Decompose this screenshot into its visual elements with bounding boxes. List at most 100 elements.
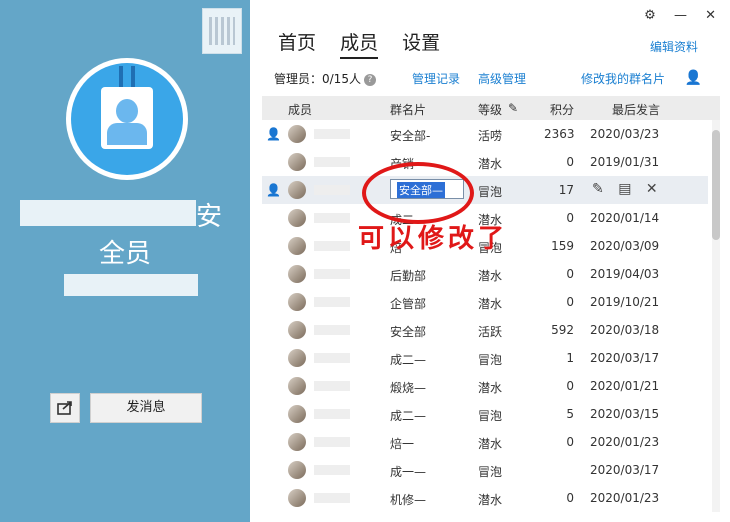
table-row[interactable]: 👤 安全部- 活唠 2363 2020/03/23 (262, 120, 708, 148)
member-name-redacted (314, 129, 350, 139)
member-card: 机修— (390, 493, 427, 507)
col-last-msg[interactable]: 最后发言 (612, 101, 660, 118)
annotation-ellipse (362, 162, 474, 224)
send-message-button[interactable]: 发消息 (90, 393, 202, 423)
card-icon[interactable]: ▤ (618, 181, 631, 197)
avatar (288, 209, 306, 227)
table-row-selected[interactable]: 👤 安全部— 冒泡 17 ✎ ▤ ✕ (262, 176, 708, 204)
avatar (288, 181, 306, 199)
col-member[interactable]: 成员 (288, 101, 312, 118)
self-icon: 👤 (266, 183, 281, 197)
table-row[interactable]: 产销 潜水 0 2019/01/31 (262, 148, 708, 176)
remove-icon[interactable]: ✕ (646, 181, 658, 197)
member-name-redacted (314, 325, 350, 335)
avatar (288, 377, 306, 395)
member-points: 0 (566, 295, 574, 309)
member-level: 潜水 (478, 437, 503, 451)
member-last-msg: 2020/03/17 (590, 351, 660, 365)
avatar (288, 125, 306, 143)
table-row[interactable]: 企管部 潜水 0 2019/10/21 (262, 288, 708, 316)
col-level[interactable]: 等级 (478, 101, 502, 118)
edit-level-icon[interactable]: ✎ (508, 101, 518, 115)
member-name-redacted (314, 297, 350, 307)
member-name-redacted (314, 241, 350, 251)
edit-icon[interactable]: ✎ (592, 181, 604, 197)
edit-my-card-link[interactable]: 修改我的群名片 (581, 70, 665, 87)
col-card[interactable]: 群名片 (390, 101, 426, 118)
member-level: 冒泡 (478, 353, 503, 367)
avatar (288, 153, 306, 171)
member-level: 冒泡 (478, 185, 503, 199)
settings-icon[interactable]: ⚙ (644, 8, 656, 23)
member-level: 潜水 (478, 297, 503, 311)
badge-person-body (107, 123, 147, 145)
member-card: 煅烧— (390, 381, 427, 395)
table-row[interactable]: 机修— 潜水 0 2020/01/23 (262, 484, 708, 512)
edit-profile-link[interactable]: 编辑资料 (650, 38, 698, 55)
owner-icon: 👤 (266, 127, 281, 141)
member-level: 潜水 (478, 157, 503, 171)
group-profile-panel: 安 全员 发消息 (0, 0, 250, 522)
help-icon[interactable]: ? (363, 73, 376, 86)
badge-person-head (116, 99, 138, 123)
member-meta-row: 管理员：0/15人? 管理记录 高级管理 修改我的群名片 (274, 70, 714, 87)
member-name-redacted (314, 213, 350, 223)
member-name-redacted (314, 437, 350, 447)
member-points: 0 (566, 211, 574, 225)
member-last-msg: 2020/01/23 (590, 435, 660, 449)
table-row[interactable]: 成二— 冒泡 1 2020/03/17 (262, 344, 708, 372)
avatar (288, 293, 306, 311)
member-card: 焙一 (390, 437, 415, 451)
tab-settings[interactable]: 设置 (402, 28, 440, 55)
member-card: 后勤部 (390, 269, 427, 283)
table-row[interactable]: 焙一 潜水 0 2020/01/23 (262, 428, 708, 456)
col-points[interactable]: 积分 (550, 101, 574, 118)
tab-bar: 首页 成员 设置 (278, 28, 458, 59)
member-points: 17 (558, 183, 574, 197)
avatar (288, 349, 306, 367)
manage-log-link[interactable]: 管理记录 (412, 70, 460, 87)
member-level: 活唠 (478, 129, 503, 143)
group-avatar (66, 58, 188, 180)
avatar (288, 237, 306, 255)
tab-home[interactable]: 首页 (278, 28, 316, 55)
member-last-msg: 2020/03/09 (590, 239, 660, 253)
member-points: 592 (551, 323, 574, 337)
member-card: 安全部- (390, 129, 431, 143)
member-last-msg: 2020/01/21 (590, 379, 660, 393)
member-name-redacted (314, 185, 350, 195)
member-points: 5 (566, 407, 574, 421)
add-member-icon[interactable]: 👤 (685, 70, 702, 86)
member-points: 0 (566, 379, 574, 393)
member-points: 0 (566, 267, 574, 281)
member-name-redacted (314, 381, 350, 391)
close-icon[interactable]: ✕ (705, 8, 716, 23)
minimize-icon[interactable]: — (674, 8, 687, 23)
member-points: 0 (566, 491, 574, 505)
tab-members[interactable]: 成员 (340, 28, 379, 59)
member-level: 冒泡 (478, 409, 503, 423)
member-level: 活跃 (478, 325, 503, 339)
group-id-redacted (64, 274, 198, 296)
avatar (288, 489, 306, 507)
member-points: 1 (566, 351, 574, 365)
table-row[interactable]: 煅烧— 潜水 0 2020/01/21 (262, 372, 708, 400)
row-actions: ✎ ▤ ✕ (592, 181, 668, 197)
scrollbar[interactable] (712, 120, 720, 512)
advanced-manage-link[interactable]: 高级管理 (478, 70, 526, 87)
member-last-msg: 2020/03/23 (590, 127, 660, 141)
member-table-header: 成员 群名片 等级 ✎ 积分 最后发言 (262, 96, 720, 120)
share-button[interactable] (50, 393, 80, 423)
table-row[interactable]: 成一— 冒泡 2020/03/17 (262, 456, 708, 484)
avatar (288, 461, 306, 479)
table-row[interactable]: 安全部 活跃 592 2020/03/18 (262, 316, 708, 344)
table-row[interactable]: 后勤部 潜水 0 2019/04/03 (262, 260, 708, 288)
member-last-msg: 2019/04/03 (590, 267, 660, 281)
scrollbar-thumb[interactable] (712, 130, 720, 240)
member-last-msg: 2020/03/17 (590, 463, 660, 477)
member-points: 159 (551, 239, 574, 253)
qr-code-icon[interactable] (202, 8, 242, 54)
table-row[interactable]: 成二— 冒泡 5 2020/03/15 (262, 400, 708, 428)
group-name-redacted (20, 200, 196, 226)
group-name-line2: 全员 (98, 239, 151, 269)
